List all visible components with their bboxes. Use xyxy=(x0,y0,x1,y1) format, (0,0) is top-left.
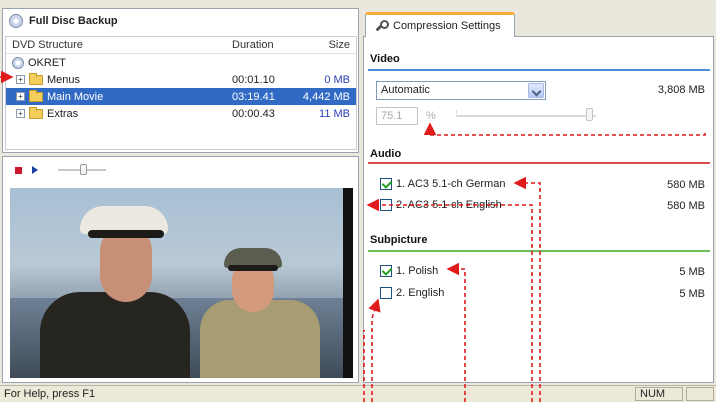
tree-row-extras[interactable]: + Extras 00:00.43 11 MB xyxy=(6,105,356,122)
video-figure xyxy=(88,230,164,238)
tree-row-duration: 00:00.43 xyxy=(232,107,275,120)
audio-track-2-size: 580 MB xyxy=(667,200,705,212)
audio-track-1[interactable]: 1. AC3 5.1-ch German xyxy=(380,178,505,190)
video-figure xyxy=(200,300,320,378)
audio-track-1-size: 580 MB xyxy=(667,179,705,191)
dvd-tree[interactable]: DVD Structure Duration Size OKRET + Menu… xyxy=(5,36,357,150)
stop-button[interactable] xyxy=(15,166,22,174)
status-bar: For Help, press F1 NUM xyxy=(0,385,716,402)
tree-root[interactable]: OKRET xyxy=(6,54,356,71)
expand-icon[interactable]: + xyxy=(16,92,25,101)
audio-track-1-label: 1. AC3 5.1-ch German xyxy=(396,178,506,190)
video-preview xyxy=(10,188,353,378)
audio-track-2-label: 2. AC3 5.1-ch English xyxy=(396,199,502,211)
audio-track-2[interactable]: 2. AC3 5.1-ch English xyxy=(380,199,502,211)
tree-row-size: 0 MB xyxy=(324,73,350,86)
tree-row-duration: 03:19.41 xyxy=(232,90,275,103)
slider-thumb[interactable] xyxy=(80,164,87,175)
video-figure xyxy=(100,228,152,302)
subpicture-track-1[interactable]: 1. Polish xyxy=(380,265,438,277)
status-pane xyxy=(686,387,714,401)
tree-row-label: Extras xyxy=(47,107,79,120)
tree-row-size: 11 MB xyxy=(319,107,350,120)
subpicture-track-2-label: 2. English xyxy=(396,287,445,299)
disc-icon xyxy=(9,14,23,28)
play-button[interactable] xyxy=(32,166,38,174)
folder-icon xyxy=(29,89,43,102)
subpicture-section-title: Subpicture xyxy=(370,234,428,246)
tree-row-main-movie[interactable]: + Main Movie 03:19.41 4,442 MB xyxy=(6,88,356,105)
audio-track-1-checkbox[interactable] xyxy=(380,178,392,190)
quality-input[interactable]: 75.1 xyxy=(376,107,418,125)
quality-slider[interactable] xyxy=(456,115,596,117)
expand-icon[interactable]: + xyxy=(16,75,25,84)
compression-settings-panel: Video Automatic 3,808 MB 75.1 % Audio 1.… xyxy=(363,36,714,383)
status-help-text: For Help, press F1 xyxy=(4,388,96,400)
tree-row-duration: 00:01.10 xyxy=(232,73,275,86)
position-slider[interactable] xyxy=(58,164,106,175)
video-section-divider xyxy=(368,69,710,71)
folder-icon xyxy=(29,106,43,119)
player-controls xyxy=(3,157,358,183)
folder-icon xyxy=(29,72,43,85)
tool-icon xyxy=(374,19,389,33)
dvd-structure-panel: Full Disc Backup DVD Structure Duration … xyxy=(2,8,359,153)
video-size: 3,808 MB xyxy=(657,84,705,96)
audio-track-2-checkbox[interactable] xyxy=(380,199,392,211)
video-mode-value: Automatic xyxy=(381,84,430,96)
chevron-down-icon[interactable] xyxy=(528,83,544,98)
subpicture-section-divider xyxy=(368,250,710,252)
tree-row-menus[interactable]: + Menus 00:01.10 0 MB xyxy=(6,71,356,88)
expand-icon[interactable]: + xyxy=(16,109,25,118)
tree-root-label: OKRET xyxy=(28,56,66,69)
subpicture-track-1-size: 5 MB xyxy=(679,266,705,278)
subpicture-track-1-checkbox[interactable] xyxy=(380,265,392,277)
quality-slider-thumb[interactable] xyxy=(586,108,593,121)
audio-section-title: Audio xyxy=(370,148,402,160)
tree-row-size: 4,442 MB xyxy=(302,90,350,103)
video-figure xyxy=(40,292,190,378)
panel-title: Full Disc Backup xyxy=(9,14,118,28)
tab-label: Compression Settings xyxy=(393,20,501,32)
column-header-name[interactable]: DVD Structure xyxy=(6,39,228,51)
video-section-title: Video xyxy=(370,53,400,65)
video-border xyxy=(343,188,353,378)
tab-compression-settings[interactable]: Compression Settings xyxy=(365,12,515,37)
subpicture-track-2[interactable]: 2. English xyxy=(380,287,444,299)
quality-unit: % xyxy=(426,110,436,122)
disc-icon xyxy=(12,56,24,69)
subpicture-track-2-checkbox[interactable] xyxy=(380,287,392,299)
tree-row-label: Menus xyxy=(47,73,81,86)
column-header-size[interactable]: Size xyxy=(298,39,354,51)
tree-row-label: Main Movie xyxy=(47,90,104,103)
video-figure xyxy=(228,265,278,271)
audio-section-divider xyxy=(368,162,710,164)
quality-slider-tick xyxy=(456,110,457,114)
subpicture-track-1-label: 1. Polish xyxy=(396,265,439,277)
preview-panel xyxy=(2,156,359,383)
tree-header: DVD Structure Duration Size xyxy=(6,37,356,54)
num-lock-indicator: NUM xyxy=(635,387,683,401)
video-mode-select[interactable]: Automatic xyxy=(376,81,546,100)
panel-title-text: Full Disc Backup xyxy=(29,15,118,27)
subpicture-track-2-size: 5 MB xyxy=(679,288,705,300)
column-header-duration[interactable]: Duration xyxy=(228,39,298,51)
